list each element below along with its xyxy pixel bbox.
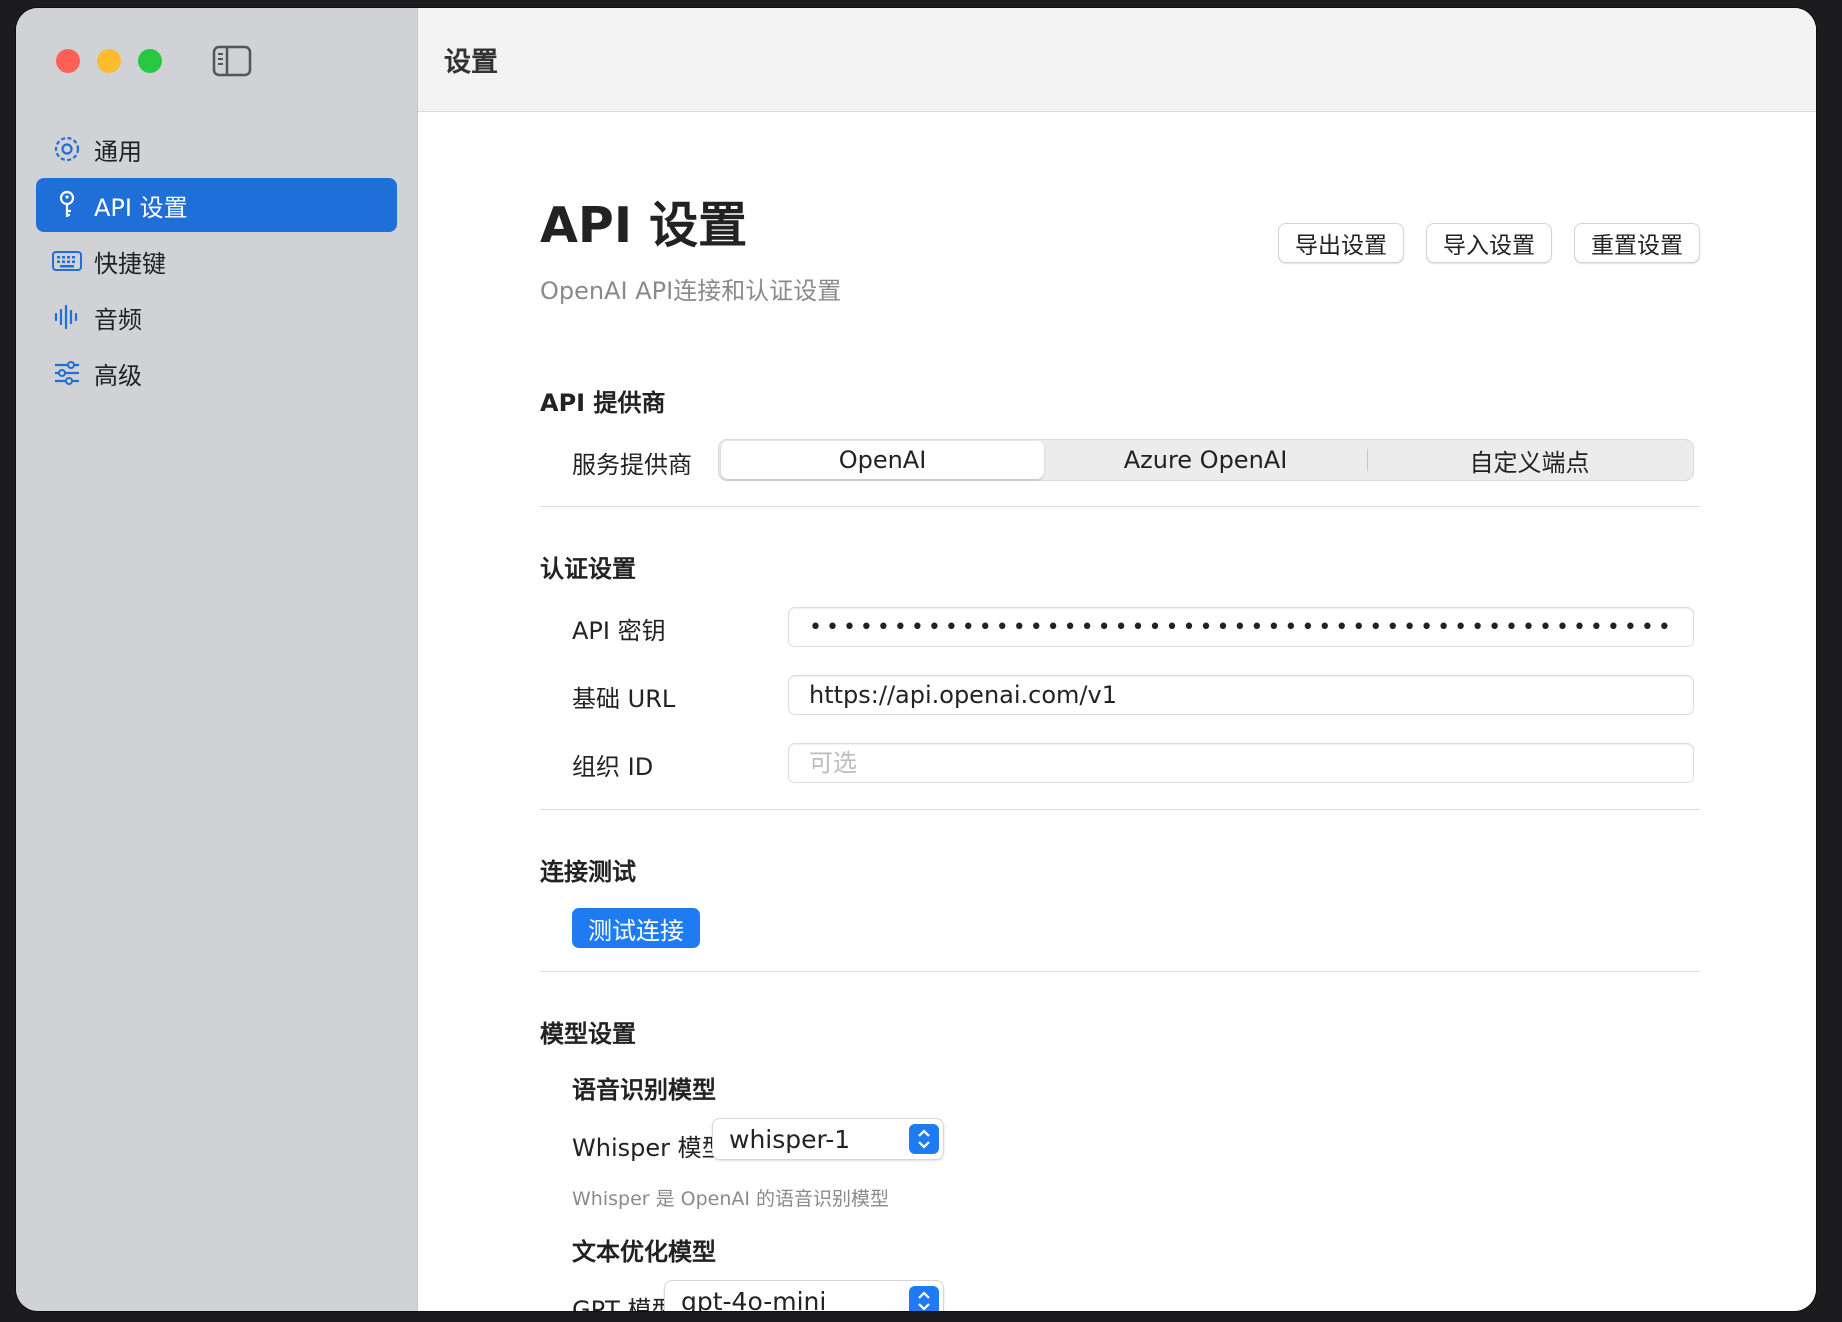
models-section-title: 模型设置 [540,1020,636,1048]
sidebar-item-label: 通用 [94,137,142,166]
content-area: 设置 API 设置 OpenAI API连接和认证设置 导出设置 导入设置 重置… [418,8,1816,1311]
auth-section-title: 认证设置 [540,555,636,583]
connection-section-title: 连接测试 [540,858,636,886]
chevron-up-down-icon [909,1286,939,1311]
window-title: 设置 [444,47,498,78]
section-divider [540,971,1700,972]
base-url-label: 基础 URL [572,685,676,713]
key-icon [52,190,82,220]
sidebar-item-api-settings[interactable]: API 设置 [36,178,397,232]
provider-option-openai[interactable]: OpenAI [721,441,1044,479]
page-title: API 设置 [540,197,748,254]
page-subtitle: OpenAI API连接和认证设置 [540,277,842,305]
zoom-window-button[interactable] [138,49,162,73]
sidebar-item-shortcuts[interactable]: 快捷键 [36,234,397,288]
provider-option-custom-endpoint[interactable]: 自定义端点 [1368,441,1691,479]
window-controls [56,49,162,73]
close-window-button[interactable] [56,49,80,73]
org-id-label: 组织 ID [572,753,654,781]
gpt-model-value: gpt-4o-mini [681,1286,827,1312]
whisper-model-help: Whisper 是 OpenAI 的语音识别模型 [572,1188,890,1210]
section-divider [540,506,1700,507]
sidebar: 通用 API 设置 快捷键 音频 高级 [16,8,418,1311]
waveform-icon [52,302,82,332]
sidebar-item-label: 高级 [94,361,142,390]
whisper-model-label: Whisper 模型 [572,1134,726,1162]
text-model-title: 文本优化模型 [572,1238,716,1266]
sidebar-item-general[interactable]: 通用 [36,122,397,176]
sidebar-item-label: 快捷键 [94,249,166,278]
whisper-model-value: whisper-1 [729,1124,851,1154]
whisper-model-select[interactable]: whisper-1 [712,1118,944,1160]
sidebar-item-label: API 设置 [94,193,188,222]
sidebar-nav: 通用 API 设置 快捷键 音频 高级 [36,122,397,402]
toolbar: 设置 [418,8,1816,112]
keyboard-icon [52,246,82,276]
sidebar-toggle-icon[interactable] [212,44,252,78]
provider-section-title: API 提供商 [540,389,666,417]
org-id-field[interactable] [788,743,1694,783]
api-key-label: API 密钥 [572,617,666,645]
settings-actions: 导出设置 导入设置 重置设置 [1278,223,1700,263]
sidebar-item-audio[interactable]: 音频 [36,290,397,344]
api-key-field[interactable] [788,607,1694,647]
speech-model-title: 语音识别模型 [572,1076,716,1104]
provider-label: 服务提供商 [572,451,692,479]
import-settings-button[interactable]: 导入设置 [1426,223,1552,263]
chevron-up-down-icon [909,1124,939,1154]
section-divider [540,809,1700,810]
minimize-window-button[interactable] [97,49,121,73]
gpt-model-label: GPT 模型 [572,1296,676,1311]
gpt-model-select[interactable]: gpt-4o-mini [664,1280,944,1311]
test-connection-button[interactable]: 测试连接 [572,908,700,948]
reset-settings-button[interactable]: 重置设置 [1574,223,1700,263]
gear-icon [52,134,82,164]
export-settings-button[interactable]: 导出设置 [1278,223,1404,263]
sliders-icon [52,358,82,388]
base-url-field[interactable] [788,675,1694,715]
settings-window: 通用 API 设置 快捷键 音频 高级 设置 API 设置 OpenAI API… [16,8,1816,1311]
sidebar-item-advanced[interactable]: 高级 [36,346,397,400]
sidebar-item-label: 音频 [94,305,142,334]
provider-segmented-control: OpenAI Azure OpenAI 自定义端点 [718,439,1694,481]
provider-option-azure-openai[interactable]: Azure OpenAI [1044,441,1367,479]
